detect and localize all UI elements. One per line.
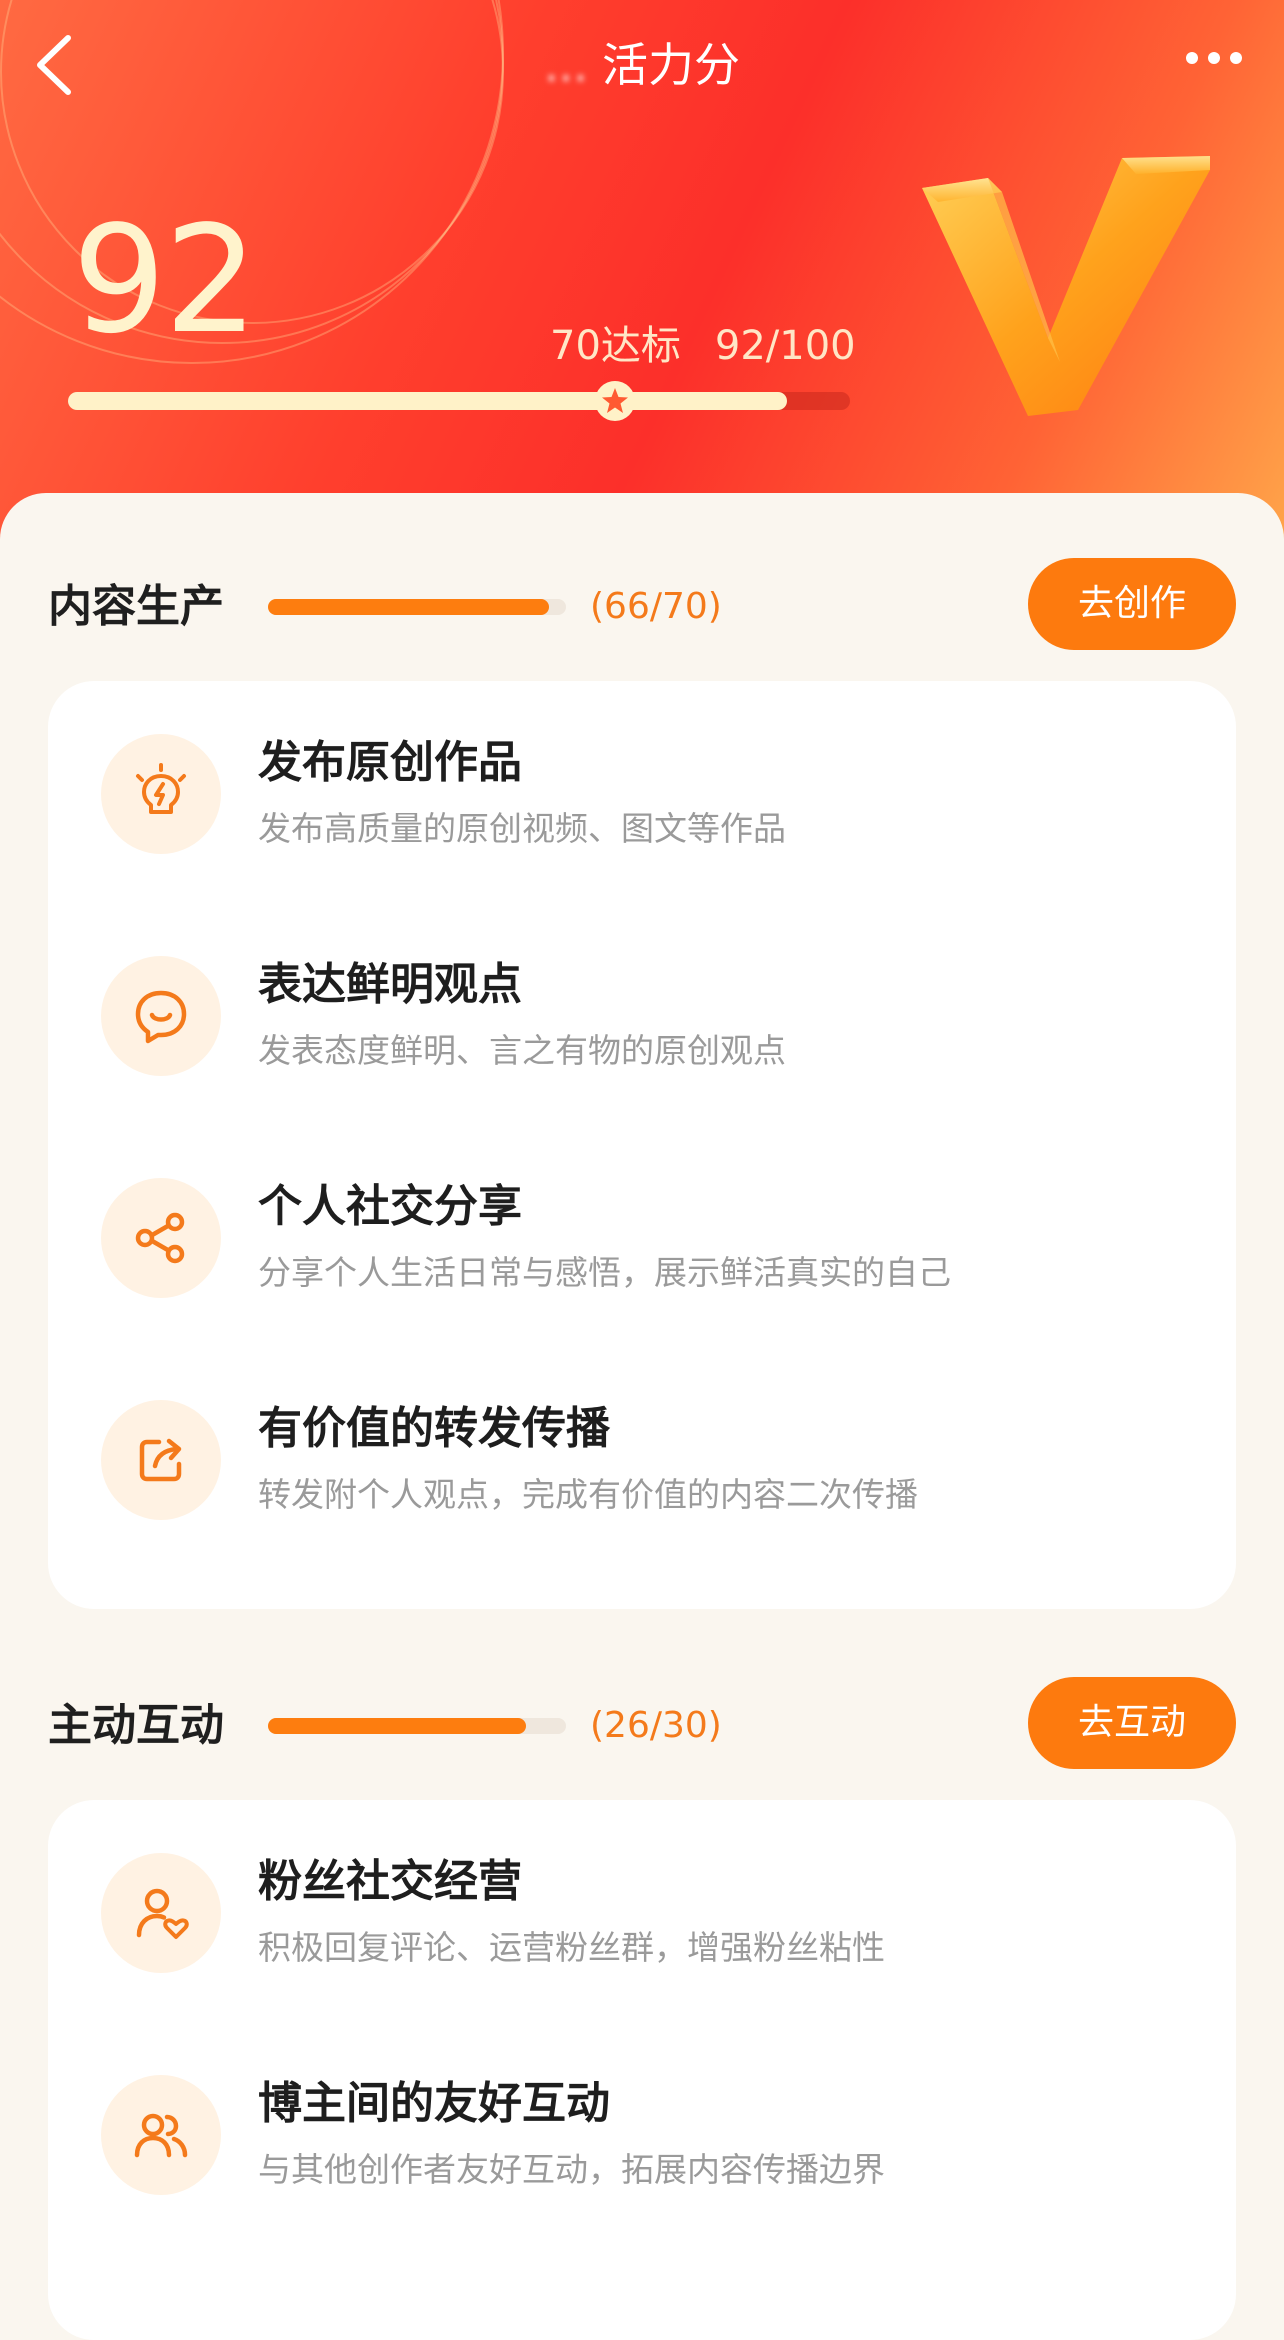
section-count: (26/30) — [590, 1705, 722, 1746]
task-icon-bg — [101, 2075, 221, 2195]
go-create-button[interactable]: 去创作 — [1028, 558, 1236, 650]
target-star-icon — [595, 381, 636, 421]
section-progress-track — [268, 599, 566, 615]
task-title: 表达鲜明观点 — [258, 959, 522, 1010]
task-title: 博主间的友好互动 — [258, 2078, 610, 2129]
section-progress-fill — [268, 599, 549, 615]
task-icon-bg — [101, 1400, 221, 1520]
task-icon-bg — [101, 1178, 221, 1298]
task-title: 个人社交分享 — [258, 1181, 522, 1232]
task-item-opinion[interactable]: 表达鲜明观点 发表态度鲜明、言之有物的原创观点 — [48, 903, 1236, 1125]
content-task-card: 发布原创作品 发布高质量的原创视频、图文等作品 表达鲜明观点 发表态度鲜明、言之… — [48, 681, 1236, 1609]
section-progress-fill — [268, 1718, 527, 1734]
share-icon — [135, 1212, 185, 1264]
header-banner: ... 活力分 92 70达标 92/100 — [0, 0, 1284, 560]
page-title: ... 活力分 — [0, 30, 1284, 100]
task-desc: 积极回复评论、运营粉丝群，增强粉丝粘性 — [258, 1928, 885, 1967]
section-progress-track — [268, 1718, 566, 1734]
score-progress-fill — [68, 392, 788, 410]
task-icon-bg — [101, 734, 221, 854]
content-panel: 内容生产 (66/70) 去创作 发布原创作品 发布高质量的原创视频、图文等作品 — [0, 493, 1284, 2340]
task-item-share[interactable]: 个人社交分享 分享个人生活日常与感悟，展示鲜活真实的自己 — [48, 1125, 1236, 1347]
task-desc: 转发附个人观点，完成有价值的内容二次传播 — [258, 1475, 918, 1514]
progress-label: 92/100 — [714, 323, 856, 369]
task-icon-bg — [101, 1853, 221, 1973]
more-dot-icon — [1208, 52, 1220, 64]
task-title: 粉丝社交经营 — [258, 1856, 522, 1907]
task-desc: 发布高质量的原创视频、图文等作品 — [258, 809, 786, 848]
section-title-interaction: 主动互动 — [48, 1700, 224, 1751]
task-item-forward[interactable]: 有价值的转发传播 转发附个人观点，完成有价值的内容二次传播 — [48, 1347, 1236, 1569]
more-button[interactable] — [1186, 52, 1242, 64]
task-item-original[interactable]: 发布原创作品 发布高质量的原创视频、图文等作品 — [48, 681, 1236, 903]
task-icon-bg — [101, 956, 221, 1076]
forward-icon — [139, 1438, 182, 1482]
task-title: 有价值的转发传播 — [258, 1403, 610, 1454]
section-count: (66/70) — [590, 586, 722, 627]
task-desc: 发表态度鲜明、言之有物的原创观点 — [258, 1031, 786, 1070]
page-title-text: 活力分 — [601, 38, 740, 92]
task-desc: 与其他创作者友好互动，拓展内容传播边界 — [258, 2150, 885, 2189]
more-dot-icon — [1230, 52, 1242, 64]
score-meta: 70达标 92/100 — [550, 318, 856, 374]
interaction-task-card: 粉丝社交经营 积极回复评论、运营粉丝群，增强粉丝粘性 博主间的友好互动 与其他创… — [48, 1800, 1236, 2340]
task-title: 发布原创作品 — [258, 737, 522, 788]
blurred-username: ... — [544, 38, 588, 92]
task-item-fans[interactable]: 粉丝社交经营 积极回复评论、运营粉丝群，增强粉丝粘性 — [48, 1800, 1236, 2022]
chat-smile-icon — [135, 990, 187, 1044]
users-icon — [134, 2113, 188, 2158]
go-interact-button[interactable]: 去互动 — [1028, 1677, 1236, 1769]
v-badge-icon — [922, 156, 1210, 416]
score-progress-track — [68, 392, 850, 410]
more-dot-icon — [1186, 52, 1198, 64]
task-desc: 分享个人生活日常与感悟，展示鲜活真实的自己 — [258, 1253, 951, 1292]
target-label: 70达标 — [550, 323, 681, 369]
user-heart-icon — [136, 1888, 189, 1939]
section-title-content: 内容生产 — [48, 581, 224, 632]
score-value: 92 — [72, 194, 258, 366]
task-item-creators[interactable]: 博主间的友好互动 与其他创作者友好互动，拓展内容传播边界 — [48, 2022, 1236, 2244]
lightbulb-icon — [136, 763, 186, 814]
